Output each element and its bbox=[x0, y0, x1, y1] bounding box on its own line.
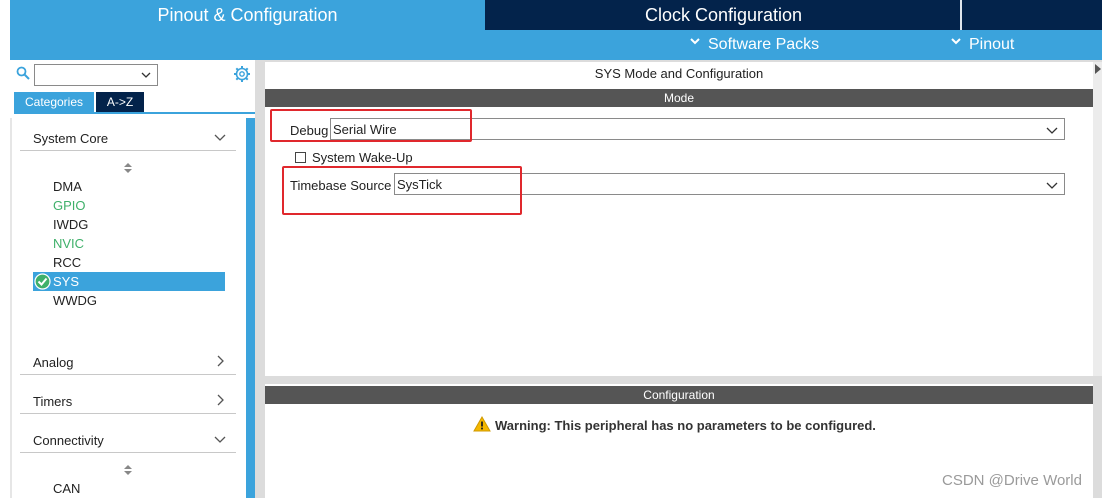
left-sidebar: Categories A->Z System Core DMA GPIO IWD… bbox=[10, 60, 255, 498]
chevron-down-icon bbox=[1046, 182, 1058, 189]
mode-panel-title: SYS Mode and Configuration bbox=[594, 66, 764, 81]
peripheral-nvic[interactable]: NVIC bbox=[53, 234, 84, 253]
peripheral-wwdg[interactable]: WWDG bbox=[53, 291, 97, 310]
group-analog-label: Analog bbox=[33, 355, 74, 370]
tab-divider bbox=[960, 0, 962, 30]
chevron-down-icon bbox=[951, 38, 961, 45]
group-system-core[interactable]: System Core bbox=[20, 123, 236, 151]
peripheral-sys-selected[interactable]: SYS bbox=[33, 272, 225, 291]
tab-clock-configuration[interactable]: Clock Configuration bbox=[487, 0, 960, 30]
sort-icon[interactable] bbox=[123, 464, 133, 476]
tab-pinout-configuration[interactable]: Pinout & Configuration bbox=[10, 0, 485, 30]
tab-underline bbox=[14, 112, 255, 114]
chevron-down-icon bbox=[214, 436, 226, 443]
check-circle-icon bbox=[34, 273, 51, 290]
mode-section-bar: Mode bbox=[265, 89, 1093, 107]
group-system-core-label: System Core bbox=[33, 131, 109, 146]
watermark: CSDN @Drive World bbox=[942, 472, 1082, 489]
tab-a-z[interactable]: A->Z bbox=[96, 92, 144, 112]
group-connectivity[interactable]: Connectivity bbox=[20, 425, 236, 453]
chevron-down-icon bbox=[690, 38, 700, 45]
sidebar-border bbox=[10, 118, 12, 498]
chevron-down-icon[interactable] bbox=[141, 70, 151, 80]
peripheral-iwdg[interactable]: IWDG bbox=[53, 215, 88, 234]
pinout-menu-label: Pinout bbox=[969, 36, 1015, 53]
software-packs-label: Software Packs bbox=[708, 36, 820, 53]
mode-scrollbar[interactable] bbox=[1093, 62, 1102, 376]
chevron-right-icon bbox=[217, 394, 224, 406]
sub-toolbar: Software Packs Pinout bbox=[10, 30, 1102, 60]
software-packs-menu[interactable]: Software Packs bbox=[690, 30, 819, 60]
peripheral-dma[interactable]: DMA bbox=[53, 177, 82, 196]
configuration-section-bar: Configuration bbox=[265, 386, 1093, 404]
search-icon[interactable] bbox=[16, 66, 30, 80]
highlight-timebase bbox=[282, 166, 522, 215]
peripheral-can[interactable]: CAN bbox=[53, 479, 80, 498]
gear-icon[interactable] bbox=[233, 65, 251, 83]
system-wakeup-checkbox[interactable] bbox=[295, 152, 306, 163]
system-wakeup-label: System Wake-Up bbox=[312, 150, 413, 165]
peripheral-sys-label: SYS bbox=[53, 274, 80, 289]
group-analog[interactable]: Analog bbox=[20, 347, 236, 375]
highlight-debug bbox=[270, 109, 472, 142]
sidebar-scrollbar[interactable] bbox=[246, 118, 255, 498]
search-input[interactable] bbox=[34, 64, 158, 86]
chevron-down-icon bbox=[214, 134, 226, 141]
group-timers-label: Timers bbox=[33, 394, 73, 409]
group-timers[interactable]: Timers bbox=[20, 386, 236, 414]
sort-icon[interactable] bbox=[123, 162, 133, 174]
top-tab-bar: Pinout & Configuration Clock Configurati… bbox=[10, 0, 1102, 30]
tab-categories[interactable]: Categories bbox=[14, 92, 94, 112]
warning-message: Warning: This peripheral has no paramete… bbox=[495, 418, 876, 433]
peripheral-gpio[interactable]: GPIO bbox=[53, 196, 86, 215]
chevron-down-icon bbox=[1046, 127, 1058, 134]
group-connectivity-label: Connectivity bbox=[33, 433, 104, 448]
warning-icon bbox=[473, 416, 491, 432]
peripheral-rcc[interactable]: RCC bbox=[53, 253, 81, 272]
scroll-arrow-icon[interactable] bbox=[1094, 64, 1101, 74]
pinout-menu[interactable]: Pinout bbox=[951, 30, 1014, 60]
chevron-right-icon bbox=[217, 355, 224, 367]
